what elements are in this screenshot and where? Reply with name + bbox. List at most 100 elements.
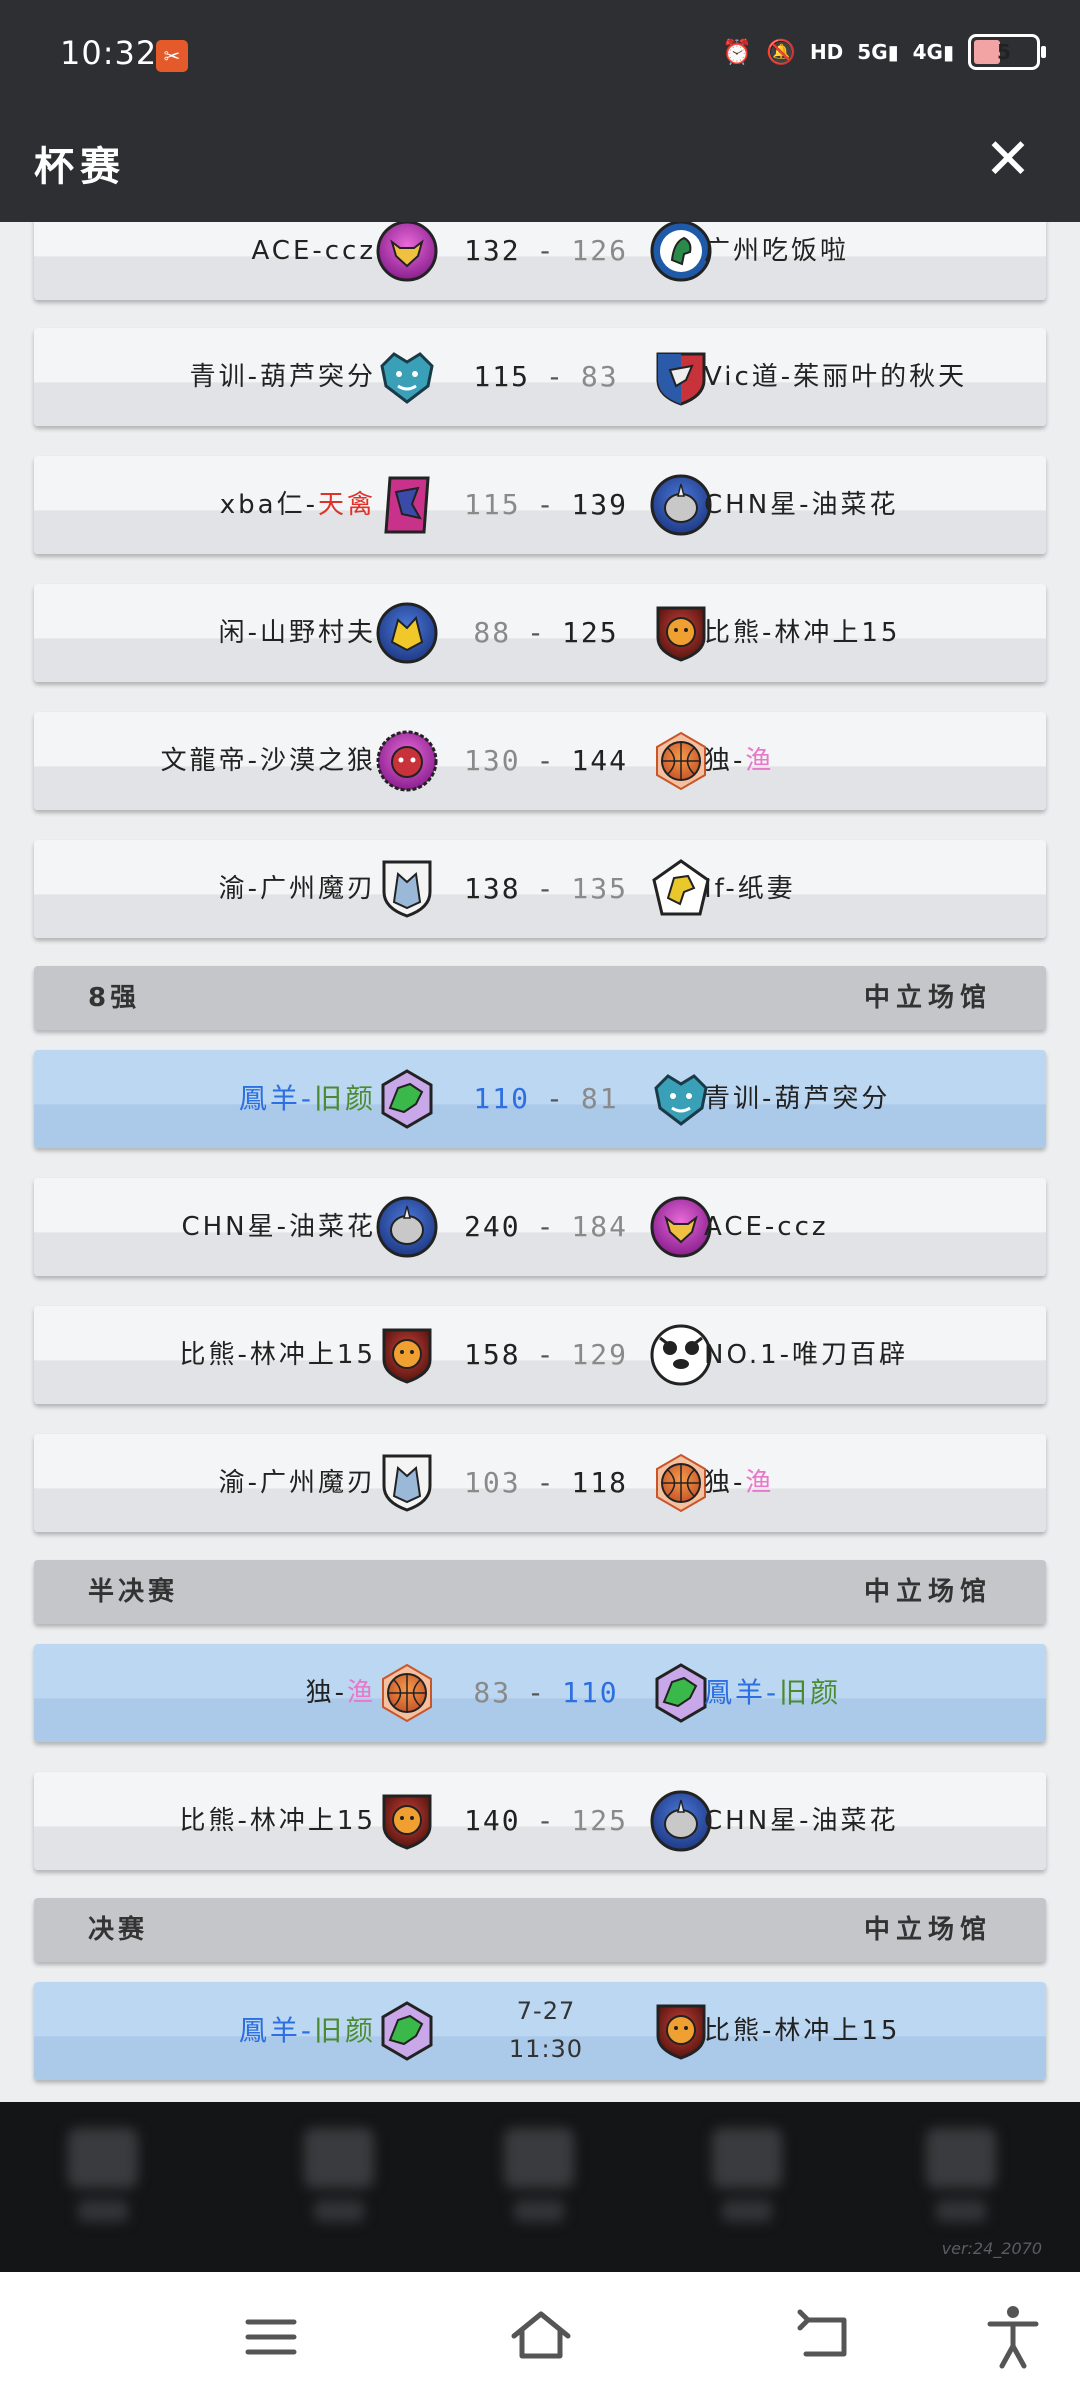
match-row[interactable]: 鳳羊-旧颜 7-27 11:30 比熊-林冲上15 xyxy=(34,1982,1046,2080)
tab-item-blurred[interactable] xyxy=(504,2128,574,2238)
section-name: 半决赛 xyxy=(88,1577,179,1607)
hd-icon: HD xyxy=(809,40,844,64)
app-notification-icon: ✂ xyxy=(156,40,188,72)
team-logo-dragon-icon xyxy=(376,602,438,664)
match-score: 158-129 xyxy=(463,1338,628,1371)
home-team: 鳳羊-旧颜 xyxy=(238,2014,376,2047)
match-row[interactable]: xba仁-天禽 115-139 CHN星-油菜花 xyxy=(34,456,1046,554)
close-icon[interactable]: ✕ xyxy=(976,128,1040,192)
match-score: 115-83 xyxy=(473,360,619,393)
match-score: 240-184 xyxy=(463,1210,628,1243)
back-icon[interactable] xyxy=(790,2302,860,2372)
away-team: CHN星-油菜花 xyxy=(704,1806,899,1836)
battery-icon: 5 xyxy=(968,34,1046,70)
match-row[interactable]: 鳳羊-旧颜 110-81 青训-葫芦突分 xyxy=(34,1050,1046,1148)
section-header-semifinal: 半决赛 中立场馆 xyxy=(34,1560,1046,1624)
section-venue: 中立场馆 xyxy=(863,1915,992,1945)
home-team: 闲-山野村夫 xyxy=(218,618,376,648)
team-logo-rhino-icon xyxy=(650,474,712,536)
team-logo-bull-icon xyxy=(650,1196,712,1258)
team-logo-rhino-icon xyxy=(376,1196,438,1258)
home-team: 青训-葫芦突分 xyxy=(189,362,376,392)
5g-signal-icon: 5G▮ xyxy=(857,40,899,64)
team-logo-dragon-hex-icon xyxy=(381,1069,433,1129)
version-label: ver:24_2070 xyxy=(941,2239,1042,2258)
team-logo-boar-icon xyxy=(654,1074,708,1126)
app-header: 杯赛 ✕ xyxy=(0,98,1080,222)
home-team: 比熊-林冲上15 xyxy=(179,1340,376,1370)
away-team: 独-渔 xyxy=(704,1468,775,1498)
match-row[interactable]: 独-渔 83-110 鳳羊-旧颜 xyxy=(34,1644,1046,1742)
section-name: 决赛 xyxy=(88,1915,149,1945)
bottom-tab-bar: ver:24_2070 xyxy=(0,2102,1080,2272)
team-logo-lion-icon xyxy=(382,1794,432,1850)
home-team: 渝-广州魔刃 xyxy=(218,1468,376,1498)
match-score: 140-125 xyxy=(463,1804,628,1837)
menu-icon[interactable] xyxy=(236,2302,306,2372)
tab-item-blurred[interactable] xyxy=(68,2128,138,2238)
team-logo-panda-icon xyxy=(650,1324,712,1386)
team-logo-boar-icon xyxy=(380,352,434,404)
away-team: 比熊-林冲上15 xyxy=(704,2016,901,2046)
team-logo-dragon-hex-icon xyxy=(655,1663,707,1723)
team-logo-lion-icon xyxy=(382,1328,432,1384)
section-header-quarterfinal: 8强 中立场馆 xyxy=(34,966,1046,1030)
match-row[interactable]: 文龍帝-沙漠之狼 130-144 独-渔 xyxy=(34,712,1046,810)
tab-item-blurred[interactable] xyxy=(712,2128,782,2238)
status-icons: ⏰ 🔕 HD 5G▮ 4G▮ 5 xyxy=(722,34,1046,70)
match-score: 103-118 xyxy=(463,1466,628,1499)
match-score: 88-125 xyxy=(473,616,619,649)
away-team: If-纸妻 xyxy=(704,874,796,904)
home-team: ACE-ccz xyxy=(251,236,376,266)
match-time: 11:30 xyxy=(508,2035,584,2063)
section-venue: 中立场馆 xyxy=(863,983,992,1013)
away-team: 独-渔 xyxy=(704,746,775,776)
match-score: 138-135 xyxy=(463,872,628,905)
home-team: 比熊-林冲上15 xyxy=(179,1806,376,1836)
home-team: 鳳羊-旧颜 xyxy=(238,1082,376,1115)
match-row[interactable]: ACE-ccz 132-126 广州吃饭啦 xyxy=(34,222,1046,300)
team-logo-dragon-hex-icon xyxy=(381,2001,433,2061)
away-team: CHN星-油菜花 xyxy=(704,490,899,520)
match-row[interactable]: 比熊-林冲上15 158-129 NO.1-唯刀百辟 xyxy=(34,1306,1046,1404)
match-row[interactable]: 渝-广州魔刃 103-118 独-渔 xyxy=(34,1434,1046,1532)
team-logo-basketball-icon xyxy=(656,1453,706,1513)
team-logo-wolf-icon xyxy=(382,860,432,918)
accessibility-icon[interactable] xyxy=(978,2302,1048,2372)
4g-signal-icon: 4G▮ xyxy=(912,40,954,64)
match-score: 110-81 xyxy=(473,1082,619,1115)
tab-item-blurred[interactable] xyxy=(926,2128,996,2238)
section-venue: 中立场馆 xyxy=(863,1577,992,1607)
team-logo-demon-icon xyxy=(376,730,438,792)
home-team: CHN星-油菜花 xyxy=(181,1212,376,1242)
tab-item-blurred[interactable] xyxy=(304,2128,374,2238)
away-team: Vic道-茱丽叶的秋天 xyxy=(704,362,968,392)
team-logo-eagle-icon xyxy=(656,352,706,406)
match-row[interactable]: 青训-葫芦突分 115-83 Vic道-茱丽叶的秋天 xyxy=(34,328,1046,426)
home-team: 独-渔 xyxy=(305,1678,376,1708)
team-logo-bull-icon xyxy=(376,222,438,282)
bracket-list[interactable]: ACE-ccz 132-126 广州吃饭啦 青训-葫芦突分 115-83 Vic… xyxy=(0,222,1080,2102)
match-datetime: 7-27 11:30 xyxy=(454,1992,638,2068)
mute-icon: 🔕 xyxy=(765,38,796,66)
team-logo-griffin-icon xyxy=(652,859,710,916)
home-team: 渝-广州魔刃 xyxy=(218,874,376,904)
match-score: 83-110 xyxy=(473,1676,619,1709)
match-row[interactable]: 比熊-林冲上15 140-125 CHN星-油菜花 xyxy=(34,1772,1046,1870)
team-logo-lion-icon xyxy=(656,606,706,662)
away-team: 青训-葫芦突分 xyxy=(704,1084,891,1114)
match-row[interactable]: 闲-山野村夫 88-125 比熊-林冲上15 xyxy=(34,584,1046,682)
match-date: 7-27 xyxy=(516,1997,576,2025)
team-logo-rhino-icon xyxy=(650,1790,712,1852)
match-row[interactable]: 渝-广州魔刃 138-135 If-纸妻 xyxy=(34,840,1046,938)
home-team: 文龍帝-沙漠之狼 xyxy=(160,746,376,776)
match-score: 132-126 xyxy=(463,234,628,267)
page-title: 杯赛 xyxy=(34,144,126,190)
team-logo-wolf-icon xyxy=(382,1454,432,1512)
away-team: ACE-ccz xyxy=(704,1212,829,1242)
system-nav-bar xyxy=(0,2272,1080,2400)
status-bar: 10:32 ✂ ⏰ 🔕 HD 5G▮ 4G▮ 5 xyxy=(0,0,1080,98)
home-icon[interactable] xyxy=(506,2302,576,2372)
team-logo-lion-icon xyxy=(656,2004,706,2060)
match-row[interactable]: CHN星-油菜花 240-184 ACE-ccz xyxy=(34,1178,1046,1276)
